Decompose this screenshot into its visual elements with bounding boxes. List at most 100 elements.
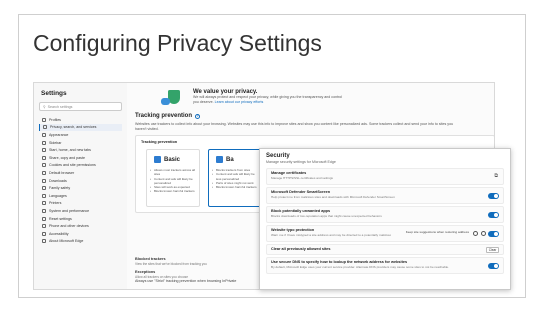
security-title: Security	[266, 153, 290, 159]
tracking-extra: Blocked trackers View the sites that we'…	[135, 253, 250, 279]
security-panel: Security Manage security settings for Mi…	[259, 148, 511, 290]
sidebar-item[interactable]: Default browser	[39, 169, 122, 177]
typo-option-label: Keep site suggestions when restoring add…	[405, 230, 469, 234]
smartscreen-toggle[interactable]	[488, 193, 499, 199]
language-icon	[42, 193, 46, 198]
sidebar-item-label: Privacy, search, and services	[50, 125, 97, 130]
card-bullet: Content and ads will likely be personali…	[150, 177, 196, 186]
typo-protection-row: Website typo protection Warn me if I hav…	[266, 225, 504, 242]
hero-text: We will always protect and respect your …	[193, 95, 343, 104]
row-title: Microsoft Defender SmartScreen	[271, 190, 331, 194]
card-title: Ba	[226, 156, 234, 163]
sidebar-item[interactable]: Downloads	[39, 177, 122, 185]
sidebar-item-label: System and performance	[49, 208, 90, 213]
sidebar-title: Settings	[41, 90, 67, 97]
search-placeholder: Search settings	[47, 104, 73, 109]
printer-icon	[42, 201, 46, 206]
browser-icon	[42, 170, 46, 175]
appearance-icon	[42, 132, 46, 137]
row-desc: Warn me if I have mistyped a site addres…	[271, 233, 391, 237]
sidebar-item[interactable]: Family safety	[39, 184, 122, 192]
search-input[interactable]: ⚲ Search settings	[39, 102, 122, 111]
sidebar-item[interactable]: Cookies and site permissions	[39, 162, 122, 170]
sidebar-item[interactable]: Languages	[39, 192, 122, 200]
clear-button[interactable]: Clear	[486, 247, 499, 253]
blocked-trackers-desc: View the sites that we've blocked from t…	[135, 262, 207, 266]
row-desc: By default, Microsoft Edge uses your cur…	[271, 265, 449, 269]
secure-dns-toggle[interactable]	[488, 263, 499, 269]
sidebar-item[interactable]: Sidebar	[39, 139, 122, 147]
sidebar-item-label: Sidebar	[49, 140, 62, 145]
sidebar-item-label: Phone and other devices	[49, 224, 89, 229]
sidebar-item[interactable]: About Microsoft Edge	[39, 238, 122, 246]
external-link-icon[interactable]: ⧉	[494, 173, 498, 179]
tracking-prevention-heading: Tracking prevention ?	[135, 113, 486, 119]
sidebar-item[interactable]: Reset settings	[39, 215, 122, 223]
basic-icon	[154, 156, 161, 163]
card-balanced[interactable]: Ba Blocks trackers from sites Content an…	[208, 149, 262, 207]
settings-sidebar: Settings ⚲ Search settings Profiles Priva…	[34, 83, 127, 289]
info-icon[interactable]	[481, 231, 486, 236]
privacy-link[interactable]: Learn about our privacy efforts	[215, 100, 264, 104]
download-icon	[42, 178, 46, 183]
sidebar-item-label: Printers	[49, 201, 62, 206]
sidebar-item-label: Reset settings	[49, 216, 72, 221]
cookie-icon	[42, 163, 46, 168]
blocked-trackers-title[interactable]: Blocked trackers	[135, 257, 250, 261]
manage-certificates-row[interactable]: Manage certificates Manage HTTPS/SSL cer…	[266, 168, 504, 185]
unwanted-apps-row: Block potentially unwanted apps Blocks d…	[266, 206, 504, 223]
tracking-box-title: Tracking prevention	[141, 140, 178, 144]
sidebar-item[interactable]: System and performance	[39, 207, 122, 215]
tracking-description: Websites use trackers to collect info ab…	[135, 122, 454, 131]
smartscreen-row: Microsoft Defender SmartScreen Help prot…	[266, 187, 504, 204]
security-subtitle: Manage security settings for Microsoft E…	[266, 160, 336, 164]
typo-protection-toggle[interactable]	[488, 231, 499, 237]
slide-title: Configuring Privacy Settings	[33, 30, 322, 56]
sidebar-item-label: Start, home, and new tabs	[49, 148, 91, 153]
clear-allowed-sites-row: Clear all previously allowed sites Clear	[266, 244, 504, 255]
home-icon	[42, 148, 46, 153]
refresh-icon[interactable]	[473, 231, 478, 236]
sidebar-item[interactable]: Share, copy and paste	[39, 154, 122, 162]
sidebar-item[interactable]: Start, home, and new tabs	[39, 146, 122, 154]
system-icon	[42, 208, 46, 213]
help-icon[interactable]: ?	[195, 113, 201, 119]
sidebar-item-label: About Microsoft Edge	[49, 239, 84, 244]
exceptions-title[interactable]: Exceptions	[135, 270, 250, 274]
inprivate-strict-label: Always use "Strict" tracking prevention …	[135, 279, 237, 283]
sidebar-list: Profiles Privacy, search, and services App…	[39, 116, 122, 245]
sidebar-item-label: Cookies and site permissions	[49, 163, 96, 168]
sidebar-item[interactable]: Appearance	[39, 131, 122, 139]
privacy-illustration-icon	[161, 89, 185, 107]
row-desc: Help protect me from malicious sites and…	[271, 195, 395, 199]
sidebar-item-label: Accessibility	[49, 231, 69, 236]
accessibility-icon	[42, 231, 46, 236]
row-desc: Manage HTTPS/SSL certificates and settin…	[271, 176, 333, 180]
sidebar-item[interactable]: Accessibility	[39, 230, 122, 238]
tracking-title: Tracking prevention	[135, 113, 193, 119]
search-icon: ⚲	[43, 104, 46, 109]
card-basic[interactable]: Basic Allows most trackers across all si…	[146, 149, 200, 207]
sidebar-item[interactable]: Printers	[39, 200, 122, 208]
card-bullet: Allows most trackers across all sites	[150, 168, 196, 177]
sidebar-item-label: Downloads	[49, 178, 67, 183]
sidebar-item[interactable]: Profiles	[39, 116, 122, 124]
sidebar-item[interactable]: Phone and other devices	[39, 222, 122, 230]
sidebar-item-label: Default browser	[49, 170, 75, 175]
row-title: Clear all previously allowed sites	[271, 247, 331, 251]
profile-icon	[42, 117, 46, 122]
card-bullet: Blocks known harmful trackers	[150, 189, 196, 194]
sidebar-item-label: Profiles	[49, 117, 61, 122]
sidebar-item-label: Appearance	[49, 132, 69, 137]
sidebar-item-label: Share, copy and paste	[49, 155, 85, 160]
family-icon	[42, 186, 46, 191]
card-bullet: Blocks known harmful trackers	[212, 185, 258, 190]
edge-icon	[42, 239, 46, 244]
phone-icon	[42, 224, 46, 229]
sidebar-item[interactable]: Privacy, search, and services	[39, 123, 122, 132]
unwanted-apps-toggle[interactable]	[488, 212, 499, 218]
secure-dns-row: Use secure DNS to specify how to lookup …	[266, 257, 504, 274]
row-title: Use secure DNS to specify how to lookup …	[271, 260, 408, 264]
share-icon	[42, 155, 46, 160]
balanced-icon	[216, 156, 223, 163]
